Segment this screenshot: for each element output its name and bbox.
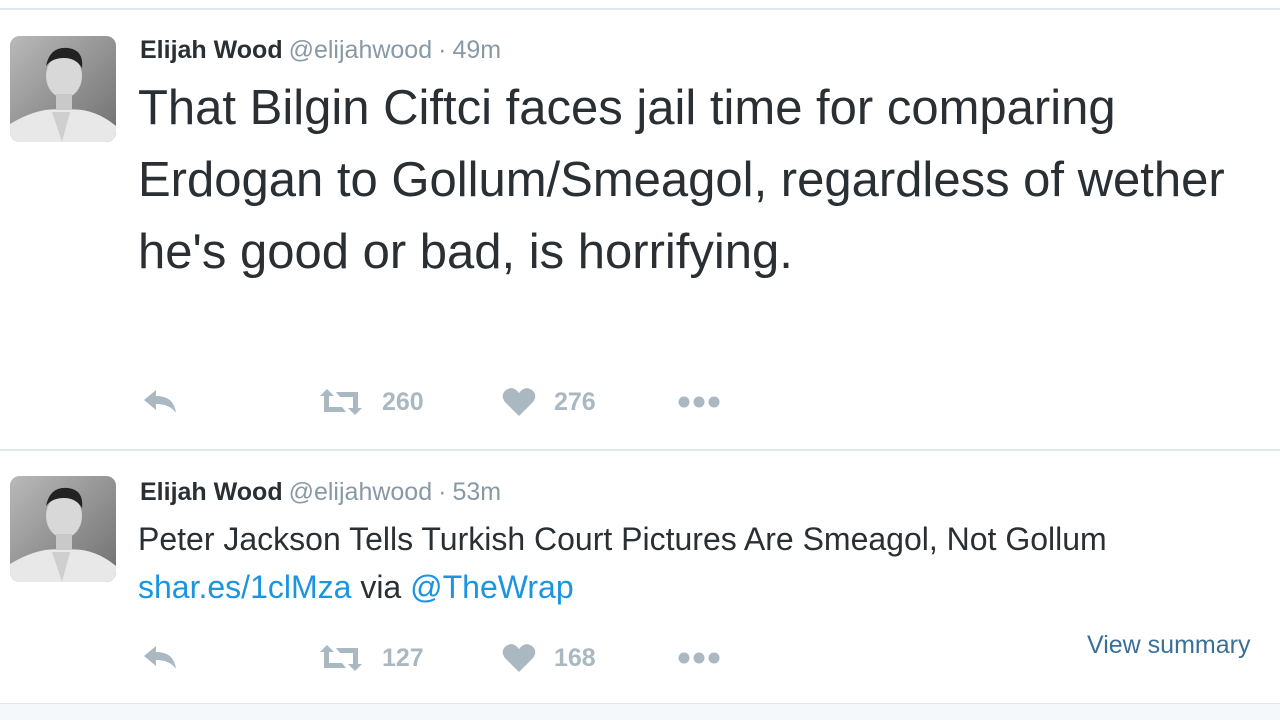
mention-link[interactable]: @TheWrap <box>410 569 574 605</box>
tweet-text: That Bilgin Ciftci faces jail time for c… <box>138 81 1225 279</box>
reply-button[interactable] <box>140 382 180 422</box>
next-tweet-edge <box>0 703 1280 720</box>
retweet-count: 260 <box>382 387 424 416</box>
avatar[interactable] <box>10 36 116 142</box>
tweet[interactable]: Elijah Wood @elijahwood · 53m Peter Jackson… <box>0 451 1280 703</box>
tweet-timestamp[interactable]: 53m <box>452 478 501 506</box>
reply-icon <box>144 390 176 413</box>
retweet-icon <box>320 645 362 671</box>
via-text: via <box>360 569 402 605</box>
retweet-button[interactable]: 260 <box>318 382 424 422</box>
like-count: 276 <box>554 387 596 416</box>
tweet-text: Peter Jackson Tells Turkish Court Pictur… <box>138 521 1107 557</box>
tweet-link[interactable]: shar.es/1clMza <box>138 569 351 605</box>
tweet-header: Elijah Wood @elijahwood · 49m <box>140 34 501 66</box>
tweet-actions: 260 276 <box>140 382 840 422</box>
tweet-actions: 127 168 <box>140 638 840 678</box>
header-separator: · <box>438 478 447 506</box>
author-handle[interactable]: @elijahwood <box>289 36 433 64</box>
like-button[interactable]: 276 <box>502 382 596 422</box>
reply-button[interactable] <box>140 638 180 678</box>
more-button[interactable] <box>676 382 722 422</box>
tweet-feed: Elijah Wood @elijahwood · 49m That Bilgin C… <box>0 0 1280 720</box>
retweet-count: 127 <box>382 643 424 672</box>
reply-icon <box>144 646 176 669</box>
more-icon <box>678 396 720 408</box>
heart-icon <box>502 388 536 416</box>
tweet[interactable]: Elijah Wood @elijahwood · 49m That Bilgin C… <box>0 0 1280 448</box>
retweet-icon <box>320 389 362 415</box>
view-summary-link[interactable]: View summary <box>1087 631 1250 660</box>
retweet-button[interactable]: 127 <box>318 638 424 678</box>
tweet-header: Elijah Wood @elijahwood · 53m <box>140 476 501 508</box>
author-handle[interactable]: @elijahwood <box>289 478 433 506</box>
tweet-timestamp[interactable]: 49m <box>452 36 501 64</box>
heart-icon <box>502 644 536 672</box>
like-button[interactable]: 168 <box>502 638 596 678</box>
avatar[interactable] <box>10 476 116 582</box>
more-button[interactable] <box>676 638 722 678</box>
tweet-text-block: Peter Jackson Tells Turkish Court Pictur… <box>138 515 1258 611</box>
header-separator: · <box>438 36 447 64</box>
tweet-link-line: shar.es/1clMza via @TheWrap <box>138 563 1258 611</box>
like-count: 168 <box>554 643 596 672</box>
author-name[interactable]: Elijah Wood <box>140 478 283 506</box>
more-icon <box>678 652 720 664</box>
author-name[interactable]: Elijah Wood <box>140 36 283 64</box>
